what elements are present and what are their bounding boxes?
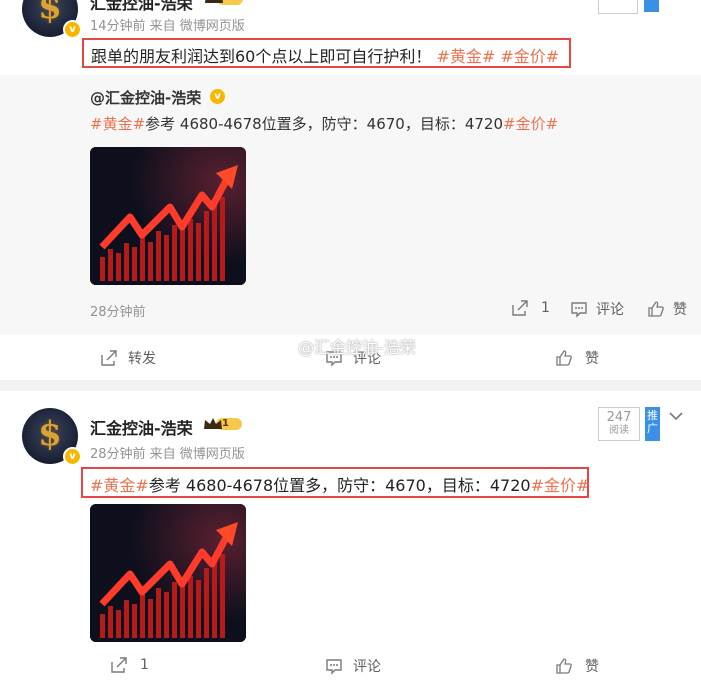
verified-badge-icon: v bbox=[208, 87, 227, 106]
repost-like-label: 赞 bbox=[673, 302, 687, 318]
forward-button[interactable]: 转发 bbox=[100, 348, 156, 368]
author-name[interactable]: 汇金控油-浩荣 bbox=[90, 0, 193, 14]
like-icon bbox=[556, 350, 572, 366]
rising-arrow-chart-image bbox=[90, 504, 246, 642]
hashtag-gold[interactable]: #黄金# bbox=[90, 476, 149, 495]
read-count: 247 bbox=[606, 410, 632, 425]
crown-icon bbox=[205, 0, 243, 5]
forward-icon bbox=[512, 300, 528, 316]
watermark: @汇金控油-浩荣 bbox=[298, 338, 416, 357]
repost-forward-button[interactable]: 1 bbox=[511, 299, 550, 317]
post-meta: 28分钟前 来自 微博网页版 bbox=[90, 447, 245, 462]
read-label: 阅读 bbox=[609, 425, 629, 436]
hashtag-gold[interactable]: #黄金# bbox=[436, 47, 495, 66]
repost-block: @汇金控油-浩荣 v #黄金#参考 4680-4678位置多，防守：4670，目… bbox=[0, 75, 701, 335]
post-image[interactable] bbox=[90, 147, 246, 285]
chevron-down-icon[interactable] bbox=[669, 411, 683, 421]
post-text: 参考 4680-4678位置多，防守：4670，目标：4720 bbox=[148, 476, 531, 495]
read-count-box: 247 阅读 bbox=[598, 407, 640, 441]
like-icon bbox=[648, 301, 664, 317]
post-card-2: $ v 汇金控油-浩荣 1 28分钟前 来自 微博网页版 247 阅读 推广 #… bbox=[0, 391, 701, 686]
post-content: 跟单的朋友利润达到60个点以上即可自行护利！ #黄金# #金价# bbox=[91, 43, 559, 67]
like-button[interactable]: 赞 bbox=[555, 348, 599, 368]
level-badge: 1 bbox=[222, 418, 229, 429]
verified-badge-icon: v bbox=[63, 447, 82, 466]
like-label: 赞 bbox=[585, 351, 599, 367]
read-count-box: 阅读 bbox=[598, 0, 638, 14]
forward-icon bbox=[111, 657, 127, 673]
post-card-1: $ v 汇金控油-浩荣 14分钟前 来自 微博网页版 阅读 跟单的朋友利润达到6… bbox=[0, 0, 701, 380]
repost-comment-label: 评论 bbox=[596, 302, 624, 318]
repost-like-button[interactable]: 赞 bbox=[647, 299, 687, 319]
hashtag-gold-price[interactable]: #金价# bbox=[500, 47, 559, 66]
post-content: #黄金#参考 4680-4678位置多，防守：4670，目标：4720#金价# bbox=[90, 472, 589, 496]
hashtag-gold-price[interactable]: #金价# bbox=[503, 115, 558, 133]
forward-count: 1 bbox=[140, 657, 149, 673]
repost-forward-count: 1 bbox=[541, 300, 550, 316]
like-button[interactable]: 赞 bbox=[555, 656, 599, 676]
repost-author[interactable]: @汇金控油-浩荣 bbox=[90, 87, 201, 108]
forward-button[interactable]: 1 bbox=[110, 656, 149, 674]
comment-label: 评论 bbox=[353, 659, 381, 675]
post-text: 跟单的朋友利润达到60个点以上即可自行护利！ bbox=[91, 47, 432, 66]
promo-badge[interactable]: 推广 bbox=[645, 407, 660, 441]
post-image[interactable] bbox=[90, 504, 246, 642]
forward-icon bbox=[101, 350, 117, 366]
like-label: 赞 bbox=[585, 659, 599, 675]
repost-content: #黄金#参考 4680-4678位置多，防守：4670，目标：4720#金价# bbox=[90, 113, 558, 134]
verified-badge-icon: v bbox=[63, 20, 82, 39]
hashtag-gold-price[interactable]: #金价# bbox=[531, 476, 590, 495]
rising-arrow-chart-image bbox=[90, 147, 246, 285]
author-name[interactable]: 汇金控油-浩荣 bbox=[90, 415, 193, 439]
comment-button[interactable]: 评论 bbox=[325, 656, 381, 676]
comment-icon bbox=[326, 659, 342, 675]
hashtag-gold[interactable]: #黄金# bbox=[90, 115, 145, 133]
repost-text: 参考 4680-4678位置多，防守：4670，目标：4720 bbox=[145, 115, 504, 133]
repost-comment-button[interactable]: 评论 bbox=[570, 299, 624, 319]
comment-icon bbox=[571, 302, 587, 318]
forward-label: 转发 bbox=[128, 351, 156, 367]
post-meta: 14分钟前 来自 微博网页版 bbox=[90, 19, 245, 34]
like-icon bbox=[556, 658, 572, 674]
promo-badge[interactable] bbox=[644, 0, 659, 12]
repost-time[interactable]: 28分钟前 bbox=[90, 301, 146, 320]
